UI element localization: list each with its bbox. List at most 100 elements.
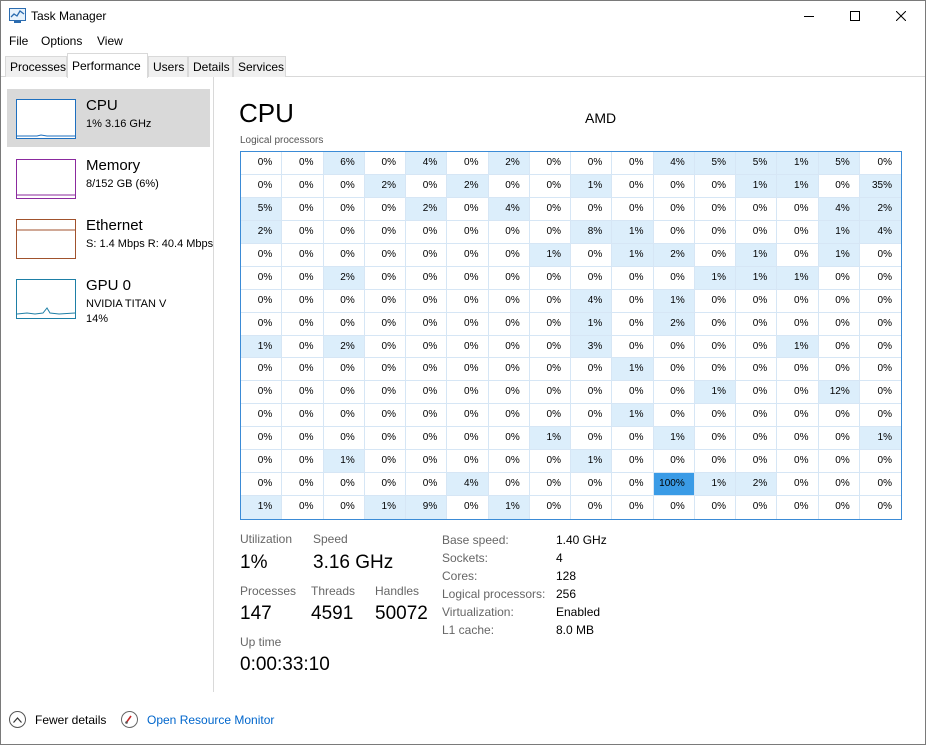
tab-details[interactable]: Details xyxy=(188,56,233,77)
logical-processor-cell: 0% xyxy=(694,289,736,313)
logical-processor-cell: 0% xyxy=(406,381,448,405)
window-title: Task Manager xyxy=(31,9,107,23)
logical-processor-cell: 0% xyxy=(571,404,613,428)
logical-processor-cell: 0% xyxy=(818,427,860,451)
logical-processor-cell: 0% xyxy=(241,243,283,267)
logical-processor-cell: 0% xyxy=(488,174,530,198)
sidebar-item-ethernet[interactable]: Ethernet S: 1.4 Mbps R: 40.4 Mbps xyxy=(7,209,213,267)
logical-processor-cell: 1% xyxy=(364,496,406,519)
menu-view[interactable]: View xyxy=(97,34,123,48)
tab-processes[interactable]: Processes xyxy=(5,56,67,77)
sidebar-item-memory[interactable]: Memory 8/152 GB (6%) xyxy=(7,149,210,207)
logical-processor-cell: 0% xyxy=(282,427,324,451)
logical-processor-cell: 0% xyxy=(653,335,695,359)
sidebar-item-cpu[interactable]: CPU 1% 3.16 GHz xyxy=(7,89,210,147)
task-manager-window: Task Manager File Options View Processes… xyxy=(0,0,926,745)
logical-processor-cell: 0% xyxy=(282,174,324,198)
tab-users[interactable]: Users xyxy=(148,56,188,77)
logical-processor-cell: 4% xyxy=(488,197,530,221)
logical-processor-cell: 1% xyxy=(694,473,736,497)
logical-processor-cell: 0% xyxy=(777,427,819,451)
logical-processor-cell: 0% xyxy=(653,266,695,290)
logical-processor-cell: 0% xyxy=(818,450,860,474)
logical-processor-cell: 1% xyxy=(488,496,530,519)
logical-processor-cell: 0% xyxy=(612,496,654,519)
uptime-value: 0:00:33:10 xyxy=(240,654,330,675)
cpu-detail-panel: CPU AMD Logical processors 0% 0% 6% 0% 4% 0% 2… xyxy=(215,77,925,692)
logical-processor-cell: 0% xyxy=(777,496,819,519)
logical-processor-cell: 0% xyxy=(241,289,283,313)
logical-processor-cell: 0% xyxy=(447,220,489,244)
logical-processor-cell: 3% xyxy=(571,335,613,359)
task-manager-icon xyxy=(9,8,26,23)
tab-performance[interactable]: Performance xyxy=(67,53,148,78)
footer-bar: Fewer details Open Resource Monitor xyxy=(1,692,925,744)
logical-processor-cell: 0% xyxy=(282,243,324,267)
logical-processor-cell: 0% xyxy=(859,404,901,428)
logical-processor-cell: 0% xyxy=(406,358,448,382)
logical-processor-cell: 0% xyxy=(282,404,324,428)
logical-processor-cell: 4% xyxy=(653,152,695,175)
open-resource-monitor-link[interactable]: Open Resource Monitor xyxy=(121,711,274,728)
logical-processor-cell: 0% xyxy=(323,404,365,428)
logical-processor-cell: 0% xyxy=(447,335,489,359)
logical-processor-cell: 0% xyxy=(736,427,778,451)
fewer-details-button[interactable]: Fewer details xyxy=(9,711,106,728)
menu-file[interactable]: File xyxy=(9,34,28,48)
logical-processor-cell: 0% xyxy=(282,266,324,290)
fewer-details-label: Fewer details xyxy=(35,712,107,727)
logical-processor-cell: 0% xyxy=(488,450,530,474)
logical-processor-cell: 0% xyxy=(364,473,406,497)
logical-processor-cell: 0% xyxy=(323,197,365,221)
logical-processor-cell: 0% xyxy=(571,197,613,221)
logical-processor-cell: 0% xyxy=(653,174,695,198)
logical-processor-cell: 0% xyxy=(488,243,530,267)
logical-processor-cell: 0% xyxy=(364,335,406,359)
cpu-model-name: AMD xyxy=(585,110,617,126)
logical-processor-cell: 0% xyxy=(447,427,489,451)
logical-processor-cell: 1% xyxy=(736,243,778,267)
logical-processor-cell: 0% xyxy=(364,220,406,244)
logical-processor-cell: 2% xyxy=(859,197,901,221)
logical-processor-cell: 0% xyxy=(447,381,489,405)
logical-processor-cell: 5% xyxy=(694,152,736,175)
logical-processor-cell: 0% xyxy=(529,197,571,221)
logical-processor-cell: 0% xyxy=(241,381,283,405)
logical-processor-cell: 0% xyxy=(694,174,736,198)
logical-processor-cell: 0% xyxy=(488,289,530,313)
title-bar: Task Manager xyxy=(1,1,925,31)
logical-processor-cell: 0% xyxy=(282,220,324,244)
close-button[interactable] xyxy=(878,1,924,31)
logical-processor-cell: 0% xyxy=(406,404,448,428)
logical-processor-cell: 0% xyxy=(282,381,324,405)
processes-label: Processes xyxy=(240,584,297,598)
minimize-button[interactable] xyxy=(786,1,832,31)
sidebar-item-gpu0[interactable]: GPU 0 NVIDIA TITAN V 14% xyxy=(7,269,210,327)
logical-processor-cell: 0% xyxy=(694,358,736,382)
menu-bar: File Options View xyxy=(1,31,925,51)
logical-processor-cell: 0% xyxy=(364,427,406,451)
logical-processor-cell: 0% xyxy=(282,197,324,221)
logical-processor-cell: 0% xyxy=(818,289,860,313)
logical-processor-cell: 0% xyxy=(406,220,448,244)
sidebar-item-label: CPU xyxy=(86,97,118,114)
logical-processor-cell: 0% xyxy=(529,381,571,405)
cores-value: 128 xyxy=(556,569,577,583)
logical-processor-cell: 5% xyxy=(241,197,283,221)
menu-options[interactable]: Options xyxy=(41,34,82,48)
logical-processor-cell: 0% xyxy=(612,473,654,497)
logical-processor-cell: 0% xyxy=(571,427,613,451)
logical-processor-cell: 0% xyxy=(364,243,406,267)
logical-processor-cell: 0% xyxy=(447,152,489,175)
open-resource-monitor-label: Open Resource Monitor xyxy=(147,712,275,727)
logical-processor-cell: 0% xyxy=(406,312,448,336)
tab-services[interactable]: Services xyxy=(233,56,286,77)
logical-processor-cell: 0% xyxy=(447,197,489,221)
maximize-button[interactable] xyxy=(832,1,878,31)
logical-processor-cell: 0% xyxy=(447,243,489,267)
logical-processor-cell: 0% xyxy=(571,496,613,519)
logical-processor-cell: 0% xyxy=(736,289,778,313)
logical-processor-cell: 0% xyxy=(777,289,819,313)
logical-processor-cell: 0% xyxy=(736,197,778,221)
logical-processor-cell: 1% xyxy=(736,174,778,198)
